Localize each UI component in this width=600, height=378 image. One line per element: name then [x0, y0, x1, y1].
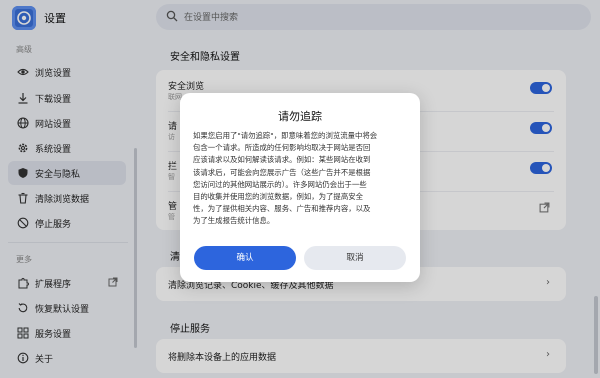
cancel-button[interactable]: 取消 — [304, 246, 406, 270]
dialog-body: 如果您启用了"请勿追踪"，即意味着您的浏览流量中将会 包含一个请求。所造成的任何… — [193, 131, 378, 226]
dialog-title: 请勿追踪 — [278, 110, 322, 123]
confirm-button[interactable]: 确认 — [194, 246, 296, 270]
do-not-track-dialog: 请勿追踪 如果您启用了"请勿追踪"，即意味着您的浏览流量中将会 包含一个请求。所… — [180, 93, 420, 282]
